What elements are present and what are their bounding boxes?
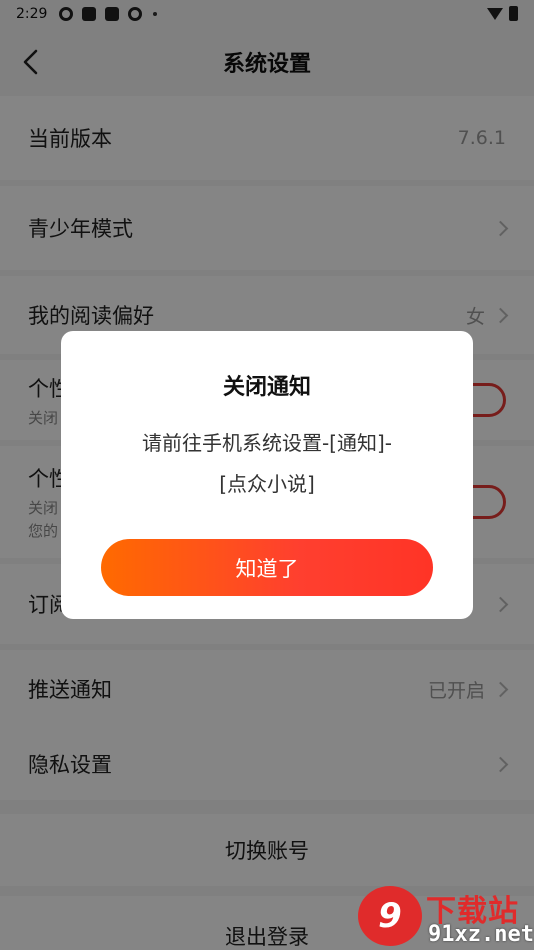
notification-dialog: 关闭通知 请前往手机系统设置-[通知]- [点众小说] 知道了: [61, 331, 473, 619]
dialog-title: 关闭通知: [222, 375, 311, 400]
dialog-message-line: [点众小说]: [219, 472, 315, 496]
dialog-message-line: 请前往手机系统设置-[通知]-: [141, 431, 393, 455]
watermark-logo: 9 下载站 91xz.net: [358, 886, 534, 948]
watermark-badge: 9: [358, 886, 422, 946]
watermark-bottom-text: 91xz.net: [428, 922, 534, 947]
dialog-message: 请前往手机系统设置-[通知]- [点众小说]: [91, 423, 443, 505]
confirm-button[interactable]: 知道了: [101, 539, 433, 596]
